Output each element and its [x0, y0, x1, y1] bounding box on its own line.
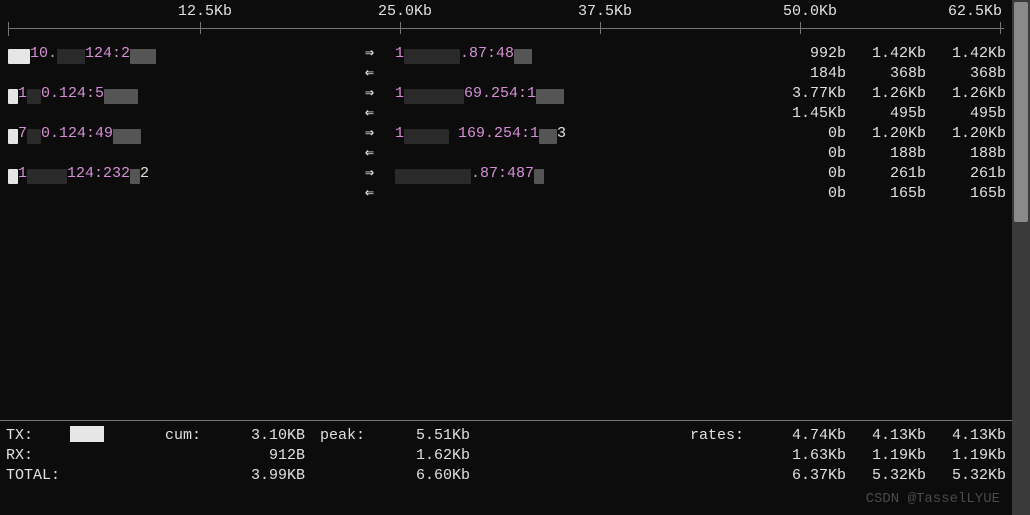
source-host: ..10.xxxx124:2xxx	[8, 44, 156, 64]
scale-tick-label: 12.5Kb	[178, 2, 232, 22]
rate-2s: 992b	[766, 44, 846, 64]
totals-panel: TX: cum: 3.10KB peak: 5.51Kb rates: 4.74…	[0, 426, 1012, 486]
divider-line	[0, 420, 1012, 421]
scale-tick-label: 50.0Kb	[783, 2, 837, 22]
arrow-tx-icon: ⇒	[365, 124, 374, 144]
tx-bar	[70, 426, 104, 442]
rx-cum: 912B	[235, 446, 305, 466]
watermark-text: CSDN @TasselLYUE	[866, 490, 1000, 509]
connection-row: .1x0.124:5xxxx ⇒ ⇐ 1xxxxxxx69.254:1xxx 3…	[0, 84, 1012, 124]
total-rate-2s: 6.37Kb	[766, 466, 846, 486]
tx-rate-2s: 4.74Kb	[766, 426, 846, 446]
dest-host: xxxxxxxxx.87:487x	[395, 164, 544, 184]
rates-label: rates:	[690, 426, 744, 446]
arrow-rx-icon: ⇐	[365, 144, 374, 164]
arrow-tx-icon: ⇒	[365, 84, 374, 104]
source-host: .1xxxxx124:232x2	[8, 164, 149, 184]
rate-40s: 1.42Kb	[926, 44, 1006, 64]
scale-tick-label: 37.5Kb	[578, 2, 632, 22]
connection-list: ..10.xxxx124:2xxx ⇒ ⇐ 1xxxxxxx.87:48xx 9…	[0, 40, 1012, 204]
connection-row: ..10.xxxx124:2xxx ⇒ ⇐ 1xxxxxxx.87:48xx 9…	[0, 44, 1012, 84]
connection-row: .7x0.124:49xxx ⇒ ⇐ 1xxxxx 169.254:1xx3 0…	[0, 124, 1012, 164]
rate-columns: 3.77Kb 1.26Kb 1.26Kb 1.45Kb 495b 495b	[766, 84, 1006, 124]
total-cum: 3.99KB	[235, 466, 305, 486]
dest-host: 1xxxxxxx69.254:1xxx	[395, 84, 564, 104]
rate-2s: 184b	[766, 64, 846, 84]
source-host: .7x0.124:49xxx	[8, 124, 141, 144]
scrollbar[interactable]	[1012, 0, 1030, 515]
rx-rate-2s: 1.63Kb	[766, 446, 846, 466]
scrollbar-thumb[interactable]	[1014, 2, 1028, 222]
rate-columns: 0b 261b 261b 0b 165b 165b	[766, 164, 1006, 204]
tx-rate-40s: 4.13Kb	[926, 426, 1006, 446]
arrow-tx-icon: ⇒	[365, 44, 374, 64]
bandwidth-scale: 12.5Kb 25.0Kb 37.5Kb 50.0Kb 62.5Kb	[0, 0, 1012, 40]
rx-peak: 1.62Kb	[400, 446, 470, 466]
tx-label: TX:	[0, 426, 70, 446]
rate-10s: 368b	[846, 64, 926, 84]
iftop-view: 12.5Kb 25.0Kb 37.5Kb 50.0Kb 62.5Kb ..10.…	[0, 0, 1012, 204]
arrow-tx-icon: ⇒	[365, 164, 374, 184]
rate-columns: 992b 1.42Kb 1.42Kb 184b 368b 368b	[766, 44, 1006, 84]
dest-host: 1xxxxx 169.254:1xx3	[395, 124, 566, 144]
rx-rate-40s: 1.19Kb	[926, 446, 1006, 466]
tx-cum: 3.10KB	[235, 426, 305, 446]
arrow-rx-icon: ⇐	[365, 64, 374, 84]
rx-label: RX:	[0, 446, 70, 466]
total-label: TOTAL:	[0, 466, 70, 486]
tx-peak: 5.51Kb	[400, 426, 470, 446]
connection-row: .1xxxxx124:232x2 ⇒ ⇐ xxxxxxxxx.87:487x 0…	[0, 164, 1012, 204]
total-peak: 6.60Kb	[400, 466, 470, 486]
rx-rate-10s: 1.19Kb	[846, 446, 926, 466]
arrow-rx-icon: ⇐	[365, 104, 374, 124]
source-host: .1x0.124:5xxxx	[8, 84, 138, 104]
total-rate-10s: 5.32Kb	[846, 466, 926, 486]
arrow-rx-icon: ⇐	[365, 184, 374, 204]
scale-tick-label: 25.0Kb	[378, 2, 432, 22]
peak-label: peak:	[320, 426, 365, 446]
cum-label: cum:	[165, 426, 201, 446]
tx-rate-10s: 4.13Kb	[846, 426, 926, 446]
scale-tick-label: 62.5Kb	[948, 2, 1002, 22]
dest-host: 1xxxxxxx.87:48xx	[395, 44, 532, 64]
rate-10s: 1.42Kb	[846, 44, 926, 64]
rate-columns: 0b 1.20Kb 1.20Kb 0b 188b 188b	[766, 124, 1006, 164]
total-rate-40s: 5.32Kb	[926, 466, 1006, 486]
rate-40s: 368b	[926, 64, 1006, 84]
